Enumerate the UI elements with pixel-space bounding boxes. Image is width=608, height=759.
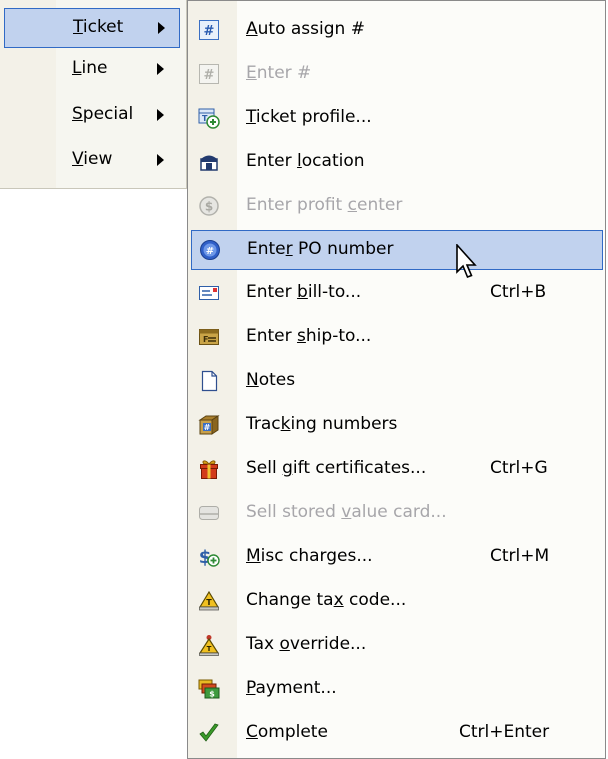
shortcut-label: Ctrl+M [490, 546, 550, 566]
svg-text:T: T [206, 598, 212, 607]
menu-item-enter-bill-to[interactable]: Enter bill-to... Ctrl+B [191, 274, 603, 314]
menu-item-special[interactable]: Special [4, 96, 180, 136]
stored-value-card-icon [198, 502, 220, 524]
ship-to-icon: F [198, 326, 220, 348]
svg-text:F: F [203, 335, 208, 344]
menu-item-sell-stored-value-card[interactable]: Sell stored value card... [191, 494, 603, 534]
menu-item-label: View [72, 149, 113, 169]
profit-center-icon: $ [198, 195, 220, 217]
menu-item-label: Auto assign # [246, 19, 365, 39]
menu-item-payment[interactable]: $ Payment... [191, 670, 603, 710]
menu-item-label: Sell stored value card... [246, 502, 447, 522]
menu-item-tax-override[interactable]: T Tax override... [191, 626, 603, 666]
ticket-profile-icon: T [198, 107, 220, 129]
menu-item-label: Sell gift certificates... [246, 458, 427, 478]
menu-item-notes[interactable]: Notes [191, 362, 603, 402]
menu-item-enter-profit-center[interactable]: $ Enter profit center [191, 187, 603, 227]
menu-item-misc-charges[interactable]: $ Misc charges... Ctrl+M [191, 538, 603, 578]
shortcut-label: Ctrl+G [490, 458, 548, 478]
payment-icon: $ [198, 678, 220, 700]
tracking-box-icon: # [198, 414, 220, 436]
svg-text:#: # [204, 423, 211, 432]
svg-text:$: $ [205, 200, 213, 214]
svg-text:#: # [204, 68, 215, 83]
misc-charges-icon: $ [198, 546, 220, 568]
notes-icon [198, 370, 220, 392]
gift-icon [198, 458, 220, 480]
menu-item-view[interactable]: View [4, 141, 180, 181]
ticket-submenu: # Auto assign # # Enter # T Ticket profi… [187, 0, 606, 759]
submenu-arrow-icon [157, 154, 164, 166]
hash-blue-icon: # [198, 19, 220, 41]
svg-text:#: # [206, 246, 214, 257]
menu-item-change-tax-code[interactable]: T Change tax code... [191, 582, 603, 622]
menu-item-ticket-profile[interactable]: T Ticket profile... [191, 99, 603, 139]
shortcut-label: Ctrl+Enter [459, 722, 550, 742]
menu-item-label: Misc charges... [246, 546, 373, 566]
tax-code-icon: T [198, 590, 220, 612]
mouse-pointer-icon [456, 244, 480, 282]
hash-gray-icon: # [198, 63, 220, 85]
menu-item-label: Tax override... [246, 634, 367, 654]
menu-item-label: Enter PO number [247, 239, 394, 259]
submenu-arrow-icon [158, 22, 165, 34]
menu-item-label: Complete [246, 722, 328, 742]
menu-item-line[interactable]: Line [4, 50, 180, 90]
menu-item-label: Enter location [246, 151, 365, 171]
menu-item-label: Ticket [73, 17, 124, 37]
checkmark-icon [198, 722, 220, 744]
tax-override-icon: T [198, 634, 220, 656]
menu-item-tracking-numbers[interactable]: # Tracking numbers [191, 406, 603, 446]
menu-item-enter-po-number[interactable]: # Enter PO number [191, 230, 603, 270]
menu-item-label: Special [72, 104, 134, 124]
menu-item-ticket[interactable]: Ticket [4, 8, 180, 48]
svg-text:#: # [204, 24, 215, 39]
menu-item-label: Payment... [246, 678, 337, 698]
parent-menu: Ticket Line Special View [0, 0, 187, 189]
svg-text:$: $ [209, 690, 215, 699]
submenu-arrow-icon [157, 109, 164, 121]
menu-item-enter-location[interactable]: Enter location [191, 143, 603, 183]
svg-text:T: T [207, 645, 212, 653]
bill-to-icon [198, 282, 220, 304]
menu-item-label: Enter # [246, 63, 312, 83]
po-number-icon: # [199, 239, 221, 261]
submenu-arrow-icon [157, 63, 164, 75]
store-location-icon [198, 151, 220, 173]
menu-item-label: Line [72, 58, 108, 78]
menu-item-label: Tracking numbers [246, 414, 398, 434]
menu-item-auto-assign-number[interactable]: # Auto assign # [191, 11, 603, 51]
menu-item-label: Notes [246, 370, 296, 390]
menu-item-label: Enter bill-to... [246, 282, 362, 302]
menu-item-sell-gift-certificates[interactable]: Sell gift certificates... Ctrl+G [191, 450, 603, 490]
menu-item-complete[interactable]: Complete Ctrl+Enter [191, 714, 603, 754]
shortcut-label: Ctrl+B [490, 282, 547, 302]
menu-item-label: Enter ship-to... [246, 326, 372, 346]
menu-item-enter-ship-to[interactable]: F Enter ship-to... [191, 318, 603, 358]
menu-item-label: Change tax code... [246, 590, 407, 610]
menu-item-label: Ticket profile... [246, 107, 372, 127]
menu-item-label: Enter profit center [246, 195, 403, 215]
menu-item-enter-number[interactable]: # Enter # [191, 55, 603, 95]
